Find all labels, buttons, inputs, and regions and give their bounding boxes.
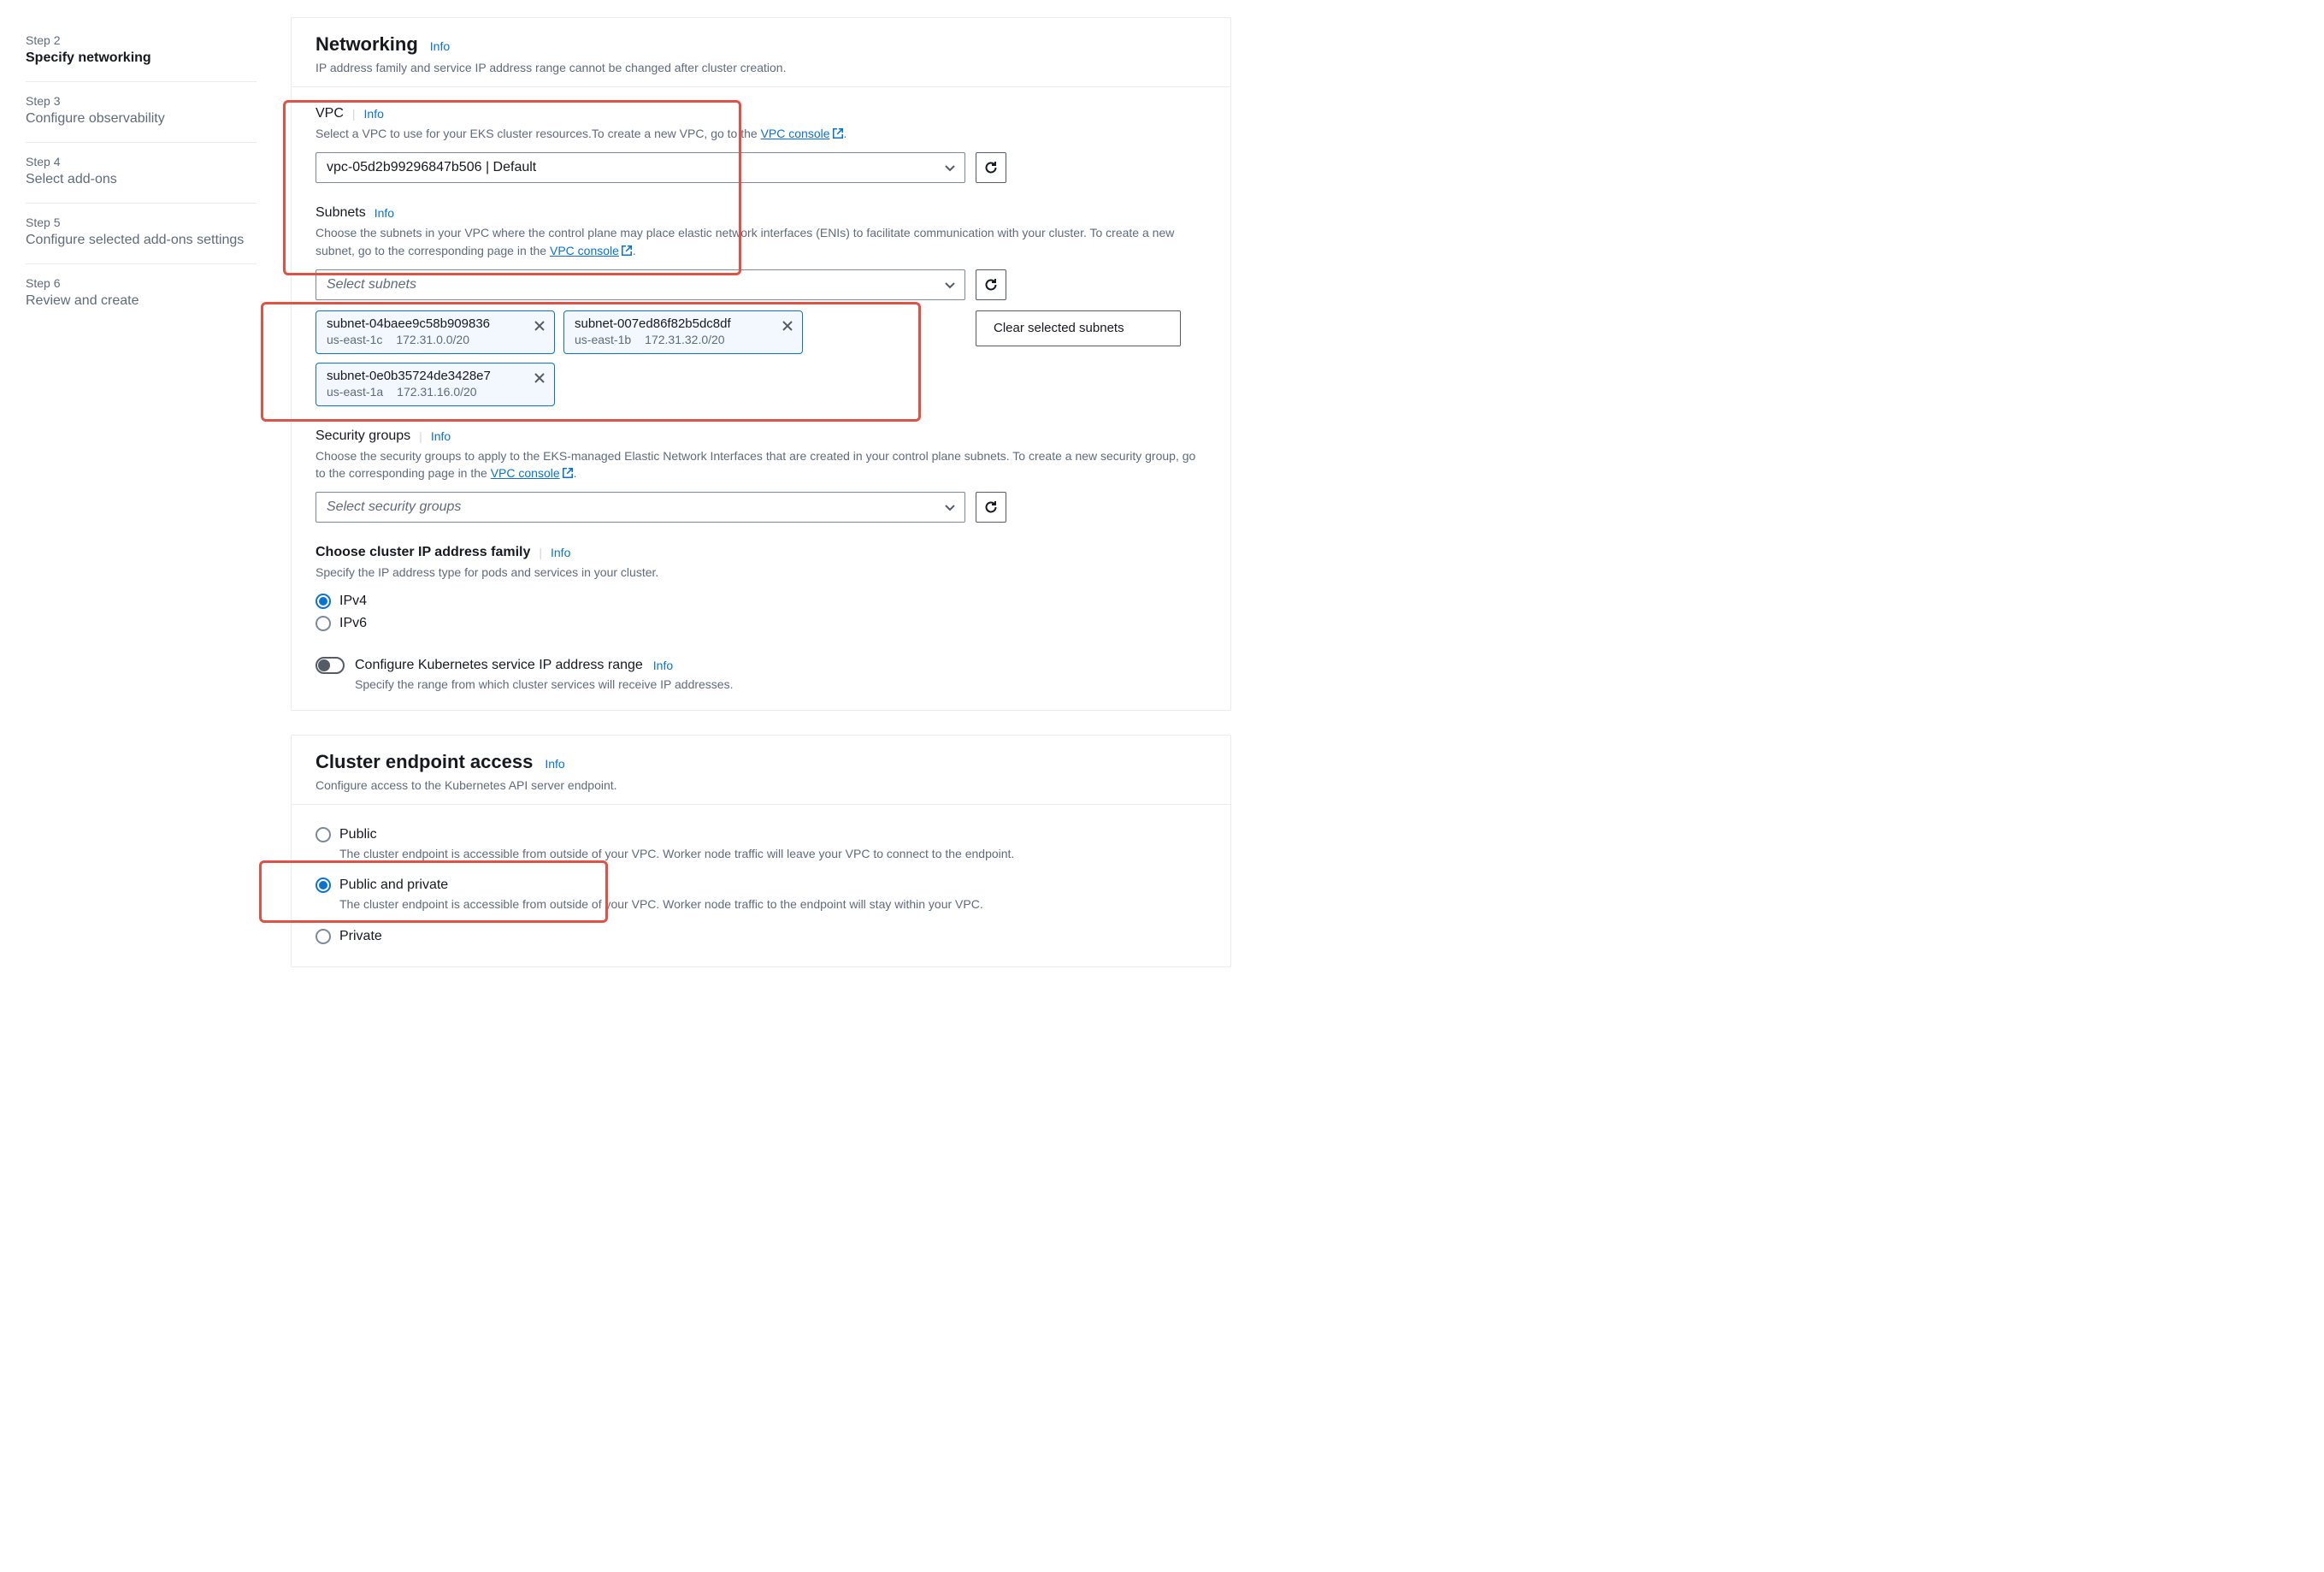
security-groups-refresh-button[interactable] xyxy=(976,492,1006,523)
endpoint-title: Cluster endpoint access xyxy=(316,751,533,773)
wizard-step[interactable]: Step 5 Configure selected add-ons setting… xyxy=(26,204,257,264)
service-range-field: Configure Kubernetes service IP address … xyxy=(316,657,1206,691)
endpoint-private-label[interactable]: Private xyxy=(339,929,382,944)
subnet-id: subnet-04baee9c58b909836 xyxy=(327,316,523,331)
vpc-console-link[interactable]: VPC console xyxy=(761,127,830,140)
subnets-help: Choose the subnets in your VPC where the… xyxy=(316,224,1206,261)
vpc-info-link[interactable]: Info xyxy=(364,107,384,121)
endpoint-public-private-radio[interactable] xyxy=(316,878,331,893)
security-groups-field: Security groups | Info Choose the securi… xyxy=(316,428,1206,523)
subnets-refresh-button[interactable] xyxy=(976,269,1006,300)
subnet-id: subnet-0e0b35724de3428e7 xyxy=(327,369,523,383)
wizard-step[interactable]: Step 4 Select add-ons xyxy=(26,143,257,204)
networking-subtitle: IP address family and service IP address… xyxy=(316,61,1206,74)
clear-subnets-button[interactable]: Clear selected subnets xyxy=(976,310,1181,346)
networking-info-link[interactable]: Info xyxy=(430,39,450,53)
step-title: Configure observability xyxy=(26,111,257,127)
main-content: Networking Info IP address family and se… xyxy=(291,17,1231,991)
vpc-label: VPC xyxy=(316,106,344,121)
subnets-vpc-console-link[interactable]: VPC console xyxy=(550,244,619,257)
subnet-tokens: subnet-04baee9c58b909836 us-east-1c172.31… xyxy=(316,310,965,406)
external-link-icon xyxy=(562,466,574,483)
subnets-field: Subnets Info Choose the subnets in your … xyxy=(316,205,1206,406)
ip-family-info-link[interactable]: Info xyxy=(551,546,570,559)
wizard-step[interactable]: Step 3 Configure observability xyxy=(26,82,257,143)
endpoint-public-private-desc: The cluster endpoint is accessible from … xyxy=(339,896,1206,913)
security-groups-select[interactable]: Select security groups xyxy=(316,492,965,523)
networking-panel: Networking Info IP address family and se… xyxy=(291,17,1231,711)
service-range-toggle[interactable] xyxy=(316,657,345,674)
wizard-step[interactable]: Step 6 Review and create xyxy=(26,264,257,324)
endpoint-public-radio[interactable] xyxy=(316,827,331,842)
subnet-token: subnet-0e0b35724de3428e7 us-east-1a172.31… xyxy=(316,363,555,406)
service-range-help: Specify the range from which cluster ser… xyxy=(355,677,1206,691)
ip-family-field: Choose cluster IP address family | Info … xyxy=(316,545,1206,634)
step-title: Configure selected add-ons settings xyxy=(26,233,257,248)
subnets-info-link[interactable]: Info xyxy=(375,206,394,220)
wizard-step[interactable]: Step 2 Specify networking xyxy=(26,21,257,82)
step-number: Step 5 xyxy=(26,216,257,229)
subnet-token: subnet-04baee9c58b909836 us-east-1c172.31… xyxy=(316,310,555,354)
step-title: Review and create xyxy=(26,293,257,309)
external-link-icon xyxy=(621,244,633,261)
service-range-label: Configure Kubernetes service IP address … xyxy=(355,658,643,673)
refresh-icon xyxy=(984,161,998,174)
subnet-id: subnet-007ed86f82b5dc8df xyxy=(575,316,771,331)
vpc-field: VPC | Info Select a VPC to use for your … xyxy=(316,106,1206,183)
step-number: Step 3 xyxy=(26,94,257,108)
security-groups-info-link[interactable]: Info xyxy=(431,429,451,443)
step-title: Specify networking xyxy=(26,50,257,66)
subnet-details: us-east-1a172.31.16.0/20 xyxy=(327,385,523,399)
close-icon[interactable] xyxy=(532,318,547,336)
subnets-label: Subnets xyxy=(316,205,366,221)
ip-family-label: Choose cluster IP address family xyxy=(316,545,530,560)
ip-family-help: Specify the IP address type for pods and… xyxy=(316,564,1206,581)
endpoint-private-radio[interactable] xyxy=(316,929,331,944)
step-title: Select add-ons xyxy=(26,172,257,187)
external-link-icon xyxy=(832,127,844,144)
step-number: Step 2 xyxy=(26,33,257,47)
step-number: Step 4 xyxy=(26,155,257,168)
security-groups-label: Security groups xyxy=(316,428,410,444)
ipv6-label[interactable]: IPv6 xyxy=(339,616,367,631)
close-icon[interactable] xyxy=(532,370,547,388)
ipv4-label[interactable]: IPv4 xyxy=(339,594,367,609)
refresh-icon xyxy=(984,278,998,292)
ipv6-radio[interactable] xyxy=(316,616,331,631)
networking-title: Networking xyxy=(316,33,418,56)
endpoint-panel: Cluster endpoint access Info Configure a… xyxy=(291,735,1231,967)
vpc-select[interactable]: vpc-05d2b99296847b506 | Default xyxy=(316,152,965,183)
endpoint-public-private-label[interactable]: Public and private xyxy=(339,878,448,893)
vpc-refresh-button[interactable] xyxy=(976,152,1006,183)
security-groups-help: Choose the security groups to apply to t… xyxy=(316,447,1206,484)
subnets-select[interactable]: Select subnets xyxy=(316,269,965,300)
refresh-icon xyxy=(984,500,998,514)
endpoint-info-link[interactable]: Info xyxy=(545,757,564,771)
step-number: Step 6 xyxy=(26,276,257,290)
endpoint-public-label[interactable]: Public xyxy=(339,827,377,842)
subnet-details: us-east-1b172.31.32.0/20 xyxy=(575,333,771,346)
security-groups-vpc-console-link[interactable]: VPC console xyxy=(491,466,560,480)
endpoint-public-desc: The cluster endpoint is accessible from … xyxy=(339,846,1206,863)
service-range-info-link[interactable]: Info xyxy=(653,659,673,672)
subnet-details: us-east-1c172.31.0.0/20 xyxy=(327,333,523,346)
vpc-help: Select a VPC to use for your EKS cluster… xyxy=(316,125,1206,144)
endpoint-subtitle: Configure access to the Kubernetes API s… xyxy=(316,778,1206,792)
close-icon[interactable] xyxy=(780,318,795,336)
wizard-sidebar: Step 2 Specify networking Step 3 Configure … xyxy=(26,17,257,991)
ipv4-radio[interactable] xyxy=(316,594,331,609)
subnet-token: subnet-007ed86f82b5dc8df us-east-1b172.31… xyxy=(563,310,803,354)
